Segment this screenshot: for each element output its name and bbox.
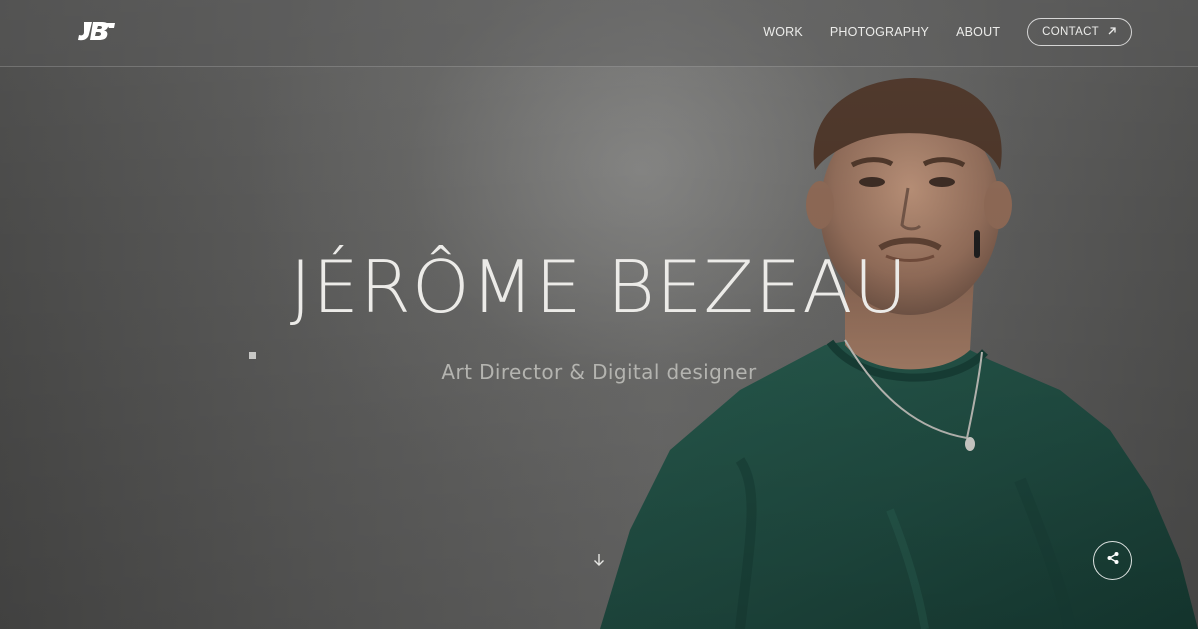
share-button[interactable] [1093, 541, 1132, 580]
contact-button[interactable]: CONTACT [1027, 18, 1132, 46]
share-icon [1106, 551, 1120, 570]
nav-link-photography[interactable]: PHOTOGRAPHY [830, 25, 929, 39]
main-nav: WORK PHOTOGRAPHY ABOUT CONTACT [763, 0, 1132, 64]
nav-link-work[interactable]: WORK [763, 25, 803, 39]
logo-icon[interactable] [76, 20, 116, 42]
hero-section: WORK PHOTOGRAPHY ABOUT CONTACT JÉRÔME BE… [0, 0, 1198, 629]
arrow-down-icon[interactable] [592, 552, 606, 568]
site-header: WORK PHOTOGRAPHY ABOUT CONTACT [0, 0, 1198, 67]
arrow-up-right-icon [1107, 26, 1117, 39]
decorative-square [249, 352, 256, 359]
hero-title: JÉRÔME BEZEAU [289, 245, 909, 329]
hero-subtitle: Art Director & Digital designer [441, 360, 757, 384]
contact-button-label: CONTACT [1042, 26, 1099, 38]
nav-link-about[interactable]: ABOUT [956, 25, 1000, 39]
